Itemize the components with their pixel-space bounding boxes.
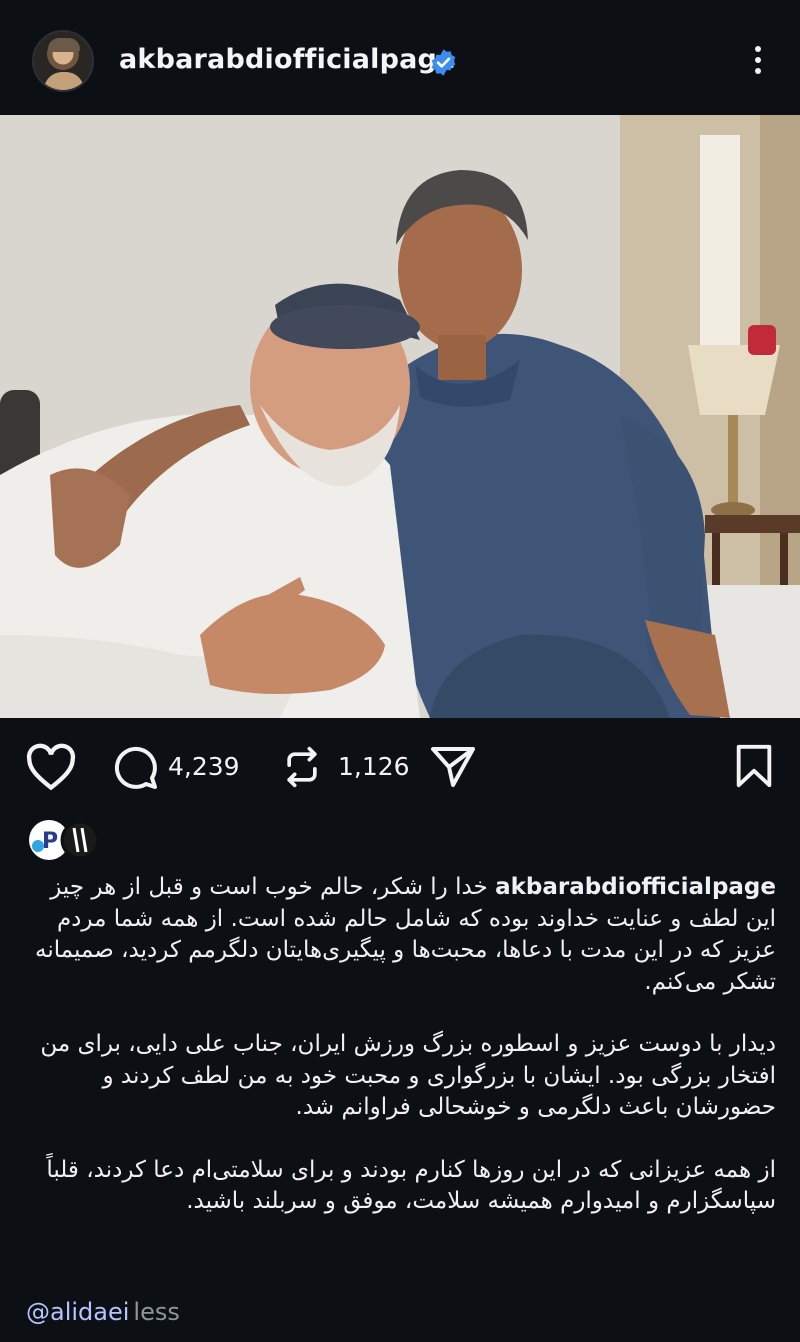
caption-username[interactable]: akbarabdiofficialpage: [495, 874, 776, 900]
bookmark-save-icon[interactable]: [733, 743, 775, 789]
avatar-body: [44, 72, 84, 90]
less-link[interactable]: less: [133, 1298, 179, 1326]
caption-paragraph-2: دیدار با دوست عزیز و اسطوره بزرگ ورزش ای…: [40, 1031, 776, 1120]
post-header: akbarabdiofficialpage: [0, 0, 800, 115]
repost-icon[interactable]: [280, 743, 324, 791]
comment-icon[interactable]: [110, 743, 160, 791]
mention-link[interactable]: @alidaei: [26, 1298, 129, 1326]
photo-illustration: [0, 115, 800, 718]
share-send-icon[interactable]: [428, 743, 478, 791]
liked-by-avatars[interactable]: P: [28, 818, 100, 862]
more-options-icon[interactable]: [745, 40, 771, 80]
verified-badge-icon: [431, 49, 456, 76]
reposts-count: 1,126: [338, 752, 410, 781]
svg-text:P: P: [42, 829, 58, 854]
caption-footer: @alidaei less: [26, 1298, 180, 1326]
comments-count: 4,239: [168, 752, 240, 781]
avatar-cap: [48, 38, 80, 52]
caption-paragraph-1: akbarabdiofficialpage خدا را شکر، حالم خ…: [24, 872, 776, 998]
profile-avatar[interactable]: [32, 30, 94, 92]
post-caption: akbarabdiofficialpage خدا را شکر، حالم خ…: [24, 872, 776, 1249]
post-username[interactable]: akbarabdiofficialpage: [119, 44, 456, 75]
caption-paragraph-3: از همه عزیزانی که در این روزها کنارم بود…: [46, 1156, 776, 1215]
like-heart-icon[interactable]: [25, 743, 77, 791]
post-photo[interactable]: [0, 115, 800, 718]
